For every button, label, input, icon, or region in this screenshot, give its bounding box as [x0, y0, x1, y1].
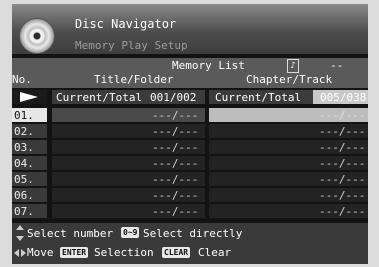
memory-list-title: Memory List: [172, 59, 245, 72]
row-chapter-value: ---/---: [319, 173, 366, 186]
row-chapter-value: ---/---: [319, 109, 366, 122]
row-title-value: ---/---: [152, 109, 199, 122]
current-row: Current/Total 001/002 Current/Total 005/…: [12, 90, 368, 104]
column-title-folder: Title/Folder: [94, 73, 174, 86]
row-chapter-value: ---/---: [319, 189, 366, 202]
row-number: 02.: [14, 125, 34, 138]
help-move: Move: [27, 246, 54, 259]
play-arrow-icon: [20, 92, 38, 102]
list-item[interactable]: 01. ---/--- ---/---: [12, 108, 368, 122]
title-current-label: Current/Total: [56, 91, 143, 104]
help-selection: Selection: [94, 246, 154, 259]
help-clear: Clear: [198, 246, 232, 259]
up-down-arrows-icon: [16, 225, 24, 241]
help-select-number: Select number: [27, 227, 114, 240]
chapter-current-label: Current/Total: [215, 91, 302, 104]
list-item[interactable]: 04. ---/--- ---/---: [12, 156, 368, 170]
row-chapter-value: ---/---: [319, 141, 366, 154]
help-select-directly: Select directly: [143, 227, 243, 240]
row-title-value: ---/---: [152, 205, 199, 218]
list-item[interactable]: 05. ---/--- ---/---: [12, 172, 368, 186]
row-chapter-value: ---/---: [319, 125, 366, 138]
row-chapter-value: ---/---: [319, 157, 366, 170]
chapter-current-value: 005/038: [320, 91, 367, 104]
row-number: 04.: [14, 157, 34, 170]
list-item[interactable]: 02. ---/--- ---/---: [12, 124, 368, 138]
memory-play-screen: Disc Navigator Memory Play Setup Memory …: [12, 4, 368, 264]
row-title-value: ---/---: [152, 141, 199, 154]
music-note-icon: ♪: [287, 59, 299, 73]
list-item[interactable]: 03. ---/--- ---/---: [12, 140, 368, 154]
help-bar: Select number 0~9 Select directly Move E…: [12, 223, 368, 264]
row-title-value: ---/---: [152, 189, 199, 202]
app-title: Disc Navigator: [75, 17, 177, 31]
row-number: 07.: [14, 205, 34, 218]
digit-key: 0~9: [121, 227, 140, 238]
row-title-value: ---/---: [152, 125, 199, 138]
left-right-arrows-icon: [14, 249, 26, 257]
disc-type-value: --: [330, 59, 344, 72]
row-number: 03.: [14, 141, 34, 154]
list-item[interactable]: 06. ---/--- ---/---: [12, 188, 368, 202]
row-title-value: ---/---: [152, 157, 199, 170]
column-no: No.: [12, 73, 32, 86]
title-bar: Disc Navigator Memory Play Setup: [12, 4, 368, 54]
row-number: 06.: [14, 189, 34, 202]
clear-key: CLEAR: [162, 247, 191, 258]
screen-subtitle: Memory Play Setup: [75, 39, 188, 52]
row-chapter-value: ---/---: [319, 205, 366, 218]
title-current-value: 001/002: [150, 91, 197, 104]
row-title-value: ---/---: [152, 173, 199, 186]
enter-key: ENTER: [60, 247, 89, 258]
row-number: 01.: [14, 109, 34, 122]
list-item[interactable]: 07. ---/--- ---/---: [12, 204, 368, 218]
disc-icon: [20, 19, 54, 53]
row-number: 05.: [14, 173, 34, 186]
column-chapter-track: Chapter/Track: [246, 73, 333, 86]
